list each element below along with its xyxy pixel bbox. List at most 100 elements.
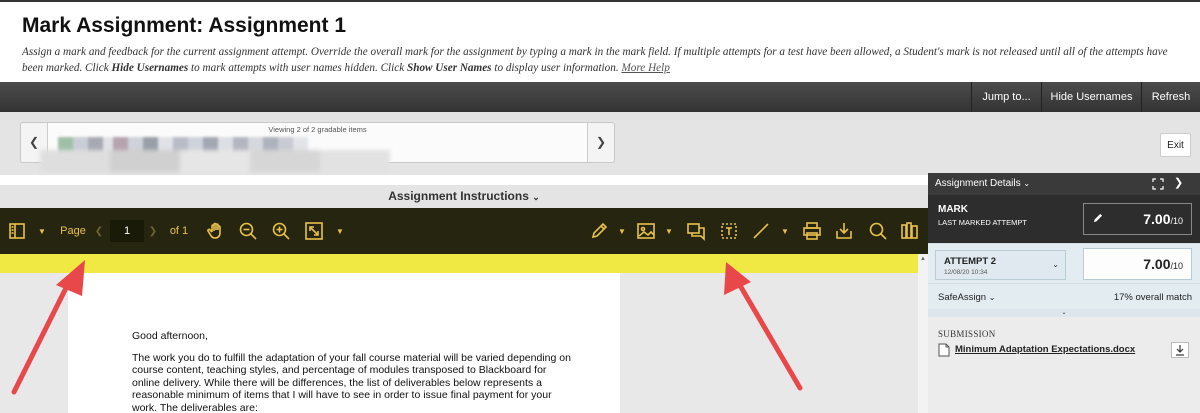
assignment-instructions-label: Assignment Instructions — [388, 189, 529, 203]
description-show-usernames: Show User Names — [407, 62, 492, 74]
submission-label: SUBMISSION — [938, 329, 996, 339]
image-tool-button[interactable] — [635, 208, 657, 254]
chevron-right-icon: ❯ — [595, 135, 607, 149]
blurred-student-info — [40, 150, 390, 172]
file-icon — [938, 343, 950, 357]
overall-mark-field[interactable]: 7.00/10 — [1083, 203, 1192, 235]
download-button[interactable] — [832, 208, 856, 254]
submission-file-link[interactable]: Minimum Adaptation Expectations.docx — [955, 344, 1135, 355]
attempt-mark-max: /10 — [1170, 261, 1183, 271]
fit-menu-caret-icon[interactable]: ▼ — [334, 208, 346, 254]
library-icon — [901, 222, 918, 239]
zoom-in-button[interactable] — [269, 208, 293, 254]
chevron-down-icon: ⌄ — [988, 293, 996, 302]
page-number-input[interactable]: 1 — [110, 220, 144, 242]
fullscreen-icon[interactable] — [1152, 178, 1164, 190]
assignment-details-toggle[interactable]: Assignment Details ⌄ — [935, 178, 1030, 189]
page-title: Mark Assignment: Assignment 1 — [22, 14, 347, 37]
comment-icon — [687, 223, 705, 241]
highlight-strip — [0, 254, 928, 273]
safeassign-label: SafeAssign — [938, 292, 987, 303]
sidebar-toggle-button[interactable] — [6, 208, 28, 254]
download-icon — [1176, 345, 1184, 356]
assignment-details-panel: Assignment Details ⌄ ❯ MARK LAST MARKED … — [928, 173, 1200, 413]
line-icon — [753, 223, 769, 239]
pencil-icon — [591, 222, 608, 239]
overall-mark-section: MARK LAST MARKED ATTEMPT 7.00/10 — [928, 195, 1200, 243]
jump-to-button[interactable]: Jump to... — [971, 82, 1041, 112]
file-download-button[interactable] — [1171, 342, 1189, 358]
download-icon — [836, 223, 852, 239]
zoom-out-button[interactable] — [236, 208, 260, 254]
text-tool-button[interactable] — [718, 208, 740, 254]
overall-mark-max: /10 — [1170, 216, 1183, 226]
page-label: Page — [60, 225, 86, 237]
safeassign-toggle[interactable]: SafeAssign ⌄ — [938, 292, 995, 303]
mark-label: MARK — [938, 204, 968, 215]
assignment-instructions-toggle[interactable]: Assignment Instructions ⌄ — [0, 185, 928, 208]
library-button[interactable] — [898, 208, 922, 254]
document-scrollbar[interactable]: ▲ — [918, 254, 928, 413]
safeassign-match: 17% overall match — [1113, 292, 1192, 303]
sidebar-icon — [9, 223, 25, 239]
document-paragraph: The work you do to fulfill the adaptatio… — [132, 352, 571, 413]
scroll-up-icon[interactable]: ▲ — [918, 256, 928, 262]
print-button[interactable] — [800, 208, 824, 254]
fit-page-button[interactable] — [302, 208, 326, 254]
attempt-date: 12/08/20 10:34 — [944, 269, 988, 276]
expand-icon — [305, 222, 323, 240]
document-viewer-toolbar: ▼ Page ❮ 1 ❯ of 1 ▼ ▼ ▼ ▼ — [0, 208, 928, 254]
previous-page-icon[interactable]: ❮ — [93, 208, 105, 254]
overall-mark-value: 7.00 — [1143, 211, 1171, 227]
print-icon — [803, 222, 821, 240]
comment-tool-button[interactable] — [685, 208, 707, 254]
last-marked-attempt-label: LAST MARKED ATTEMPT — [938, 218, 1027, 227]
zoom-out-icon — [239, 222, 257, 240]
assignment-details-title: Assignment Details — [935, 178, 1021, 189]
assignment-details-header: Assignment Details ⌄ ❯ — [928, 173, 1200, 195]
draw-menu-caret-icon[interactable]: ▼ — [617, 208, 627, 254]
description-hide-usernames: Hide Usernames — [111, 62, 189, 74]
image-menu-caret-icon[interactable]: ▼ — [664, 208, 674, 254]
more-help-link[interactable]: More Help — [621, 62, 669, 74]
refresh-button[interactable]: Refresh — [1141, 82, 1200, 112]
viewing-count: Viewing 2 of 2 gradable items — [268, 125, 367, 134]
description-text-2: to mark attempts with user names hidden.… — [188, 62, 407, 74]
chevron-left-icon: ❮ — [28, 135, 40, 149]
next-page-icon[interactable]: ❯ — [147, 208, 159, 254]
attempt-mark-field[interactable]: 7.00/10 — [1083, 248, 1192, 280]
hide-usernames-button[interactable]: Hide Usernames — [1041, 82, 1141, 112]
image-icon — [637, 223, 655, 239]
page-description: Assign a mark and feedback for the curre… — [22, 44, 1187, 76]
line-tool-button[interactable] — [750, 208, 772, 254]
document-greeting: Good afternoon, — [132, 330, 208, 342]
page-count: of 1 — [169, 225, 189, 237]
attempt-row: ATTEMPT 2 12/08/20 10:34 ⌄ 7.00/10 — [928, 243, 1200, 283]
chevron-down-icon: ⌄ — [1023, 179, 1031, 188]
page-header: Mark Assignment: Assignment 1 Assign a m… — [0, 0, 1200, 82]
draw-tool-button[interactable] — [588, 208, 610, 254]
hand-icon — [207, 222, 221, 239]
pan-tool-button[interactable] — [204, 208, 228, 254]
attempt-mark-value: 7.00 — [1143, 256, 1171, 272]
search-button[interactable] — [866, 208, 890, 254]
pencil-icon — [1093, 213, 1103, 223]
attempt-selector[interactable]: ATTEMPT 2 12/08/20 10:34 ⌄ — [935, 250, 1066, 280]
chevron-down-icon: ⌄ — [532, 192, 540, 202]
submission-section: SUBMISSION Minimum Adaptation Expectatio… — [928, 317, 1200, 413]
attempt-label: ATTEMPT 2 — [944, 256, 997, 267]
search-icon — [869, 222, 887, 240]
line-menu-caret-icon[interactable]: ▼ — [780, 208, 790, 254]
next-item-button[interactable]: ❯ — [588, 123, 614, 162]
panel-expand-icon[interactable]: ⌄ — [928, 309, 1200, 317]
zoom-in-icon — [272, 222, 290, 240]
description-text-3: to display user information. — [491, 62, 622, 74]
mark-assignment-page: Mark Assignment: Assignment 1 Assign a m… — [0, 0, 1200, 413]
exit-button[interactable]: Exit — [1160, 133, 1191, 157]
sidebar-menu-caret-icon[interactable]: ▼ — [36, 208, 48, 254]
text-box-icon — [721, 223, 737, 239]
collapse-panel-icon[interactable]: ❯ — [1174, 176, 1183, 189]
action-bar: Jump to... Hide Usernames Refresh — [0, 82, 1200, 112]
safeassign-row: SafeAssign ⌄ 17% overall match — [928, 283, 1200, 309]
chevron-down-icon: ⌄ — [1052, 260, 1059, 269]
